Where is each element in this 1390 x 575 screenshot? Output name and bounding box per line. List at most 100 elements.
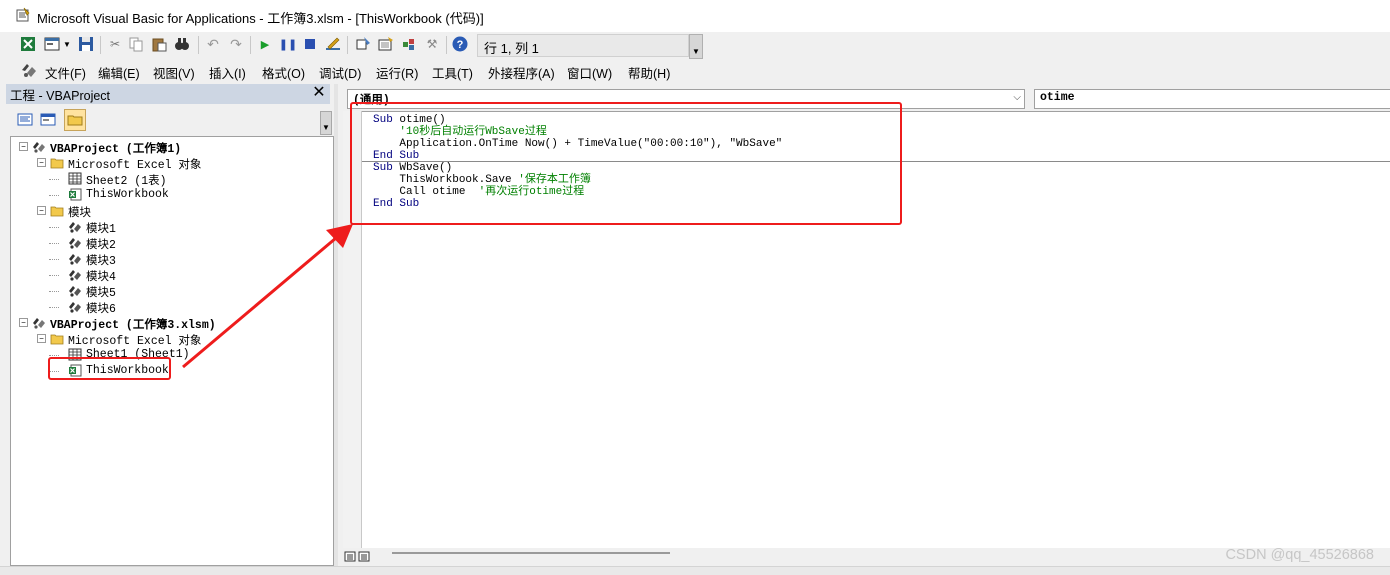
- close-icon[interactable]: ✕: [311, 85, 327, 101]
- design-mode-icon[interactable]: [325, 36, 341, 52]
- menu-file[interactable]: 文件(F): [45, 63, 86, 82]
- project-panel-scroll[interactable]: ▼: [320, 111, 332, 135]
- module-icon: [69, 254, 81, 265]
- toolbox-icon[interactable]: ⚒: [424, 36, 440, 52]
- tree-item-label[interactable]: 模块4: [86, 268, 116, 284]
- procedure-combo[interactable]: otime: [1034, 89, 1390, 109]
- menu-help[interactable]: 帮助(H): [628, 63, 670, 82]
- tree-guide-line: [49, 243, 59, 244]
- tree-guide-line: [49, 227, 59, 228]
- tree-item-label[interactable]: Sheet2 (1表): [86, 172, 167, 188]
- thisworkbook-highlight-box: [48, 357, 171, 380]
- vbaproject-icon: [33, 318, 45, 329]
- view-code-icon: [17, 113, 33, 126]
- menu-addins[interactable]: 外接程序(A): [488, 63, 555, 82]
- watermark: CSDN @qq_45526868: [1225, 547, 1374, 563]
- folder-icon: [50, 334, 64, 345]
- vba-app-icon: [16, 7, 30, 22]
- code-highlight-box: [350, 102, 902, 225]
- tree-item-label[interactable]: 模块1: [86, 220, 116, 236]
- tree-guide-line: [49, 179, 59, 180]
- reset-icon[interactable]: [302, 36, 318, 52]
- toolbar-separator: [198, 36, 199, 54]
- menu-bar: 文件(F) 编辑(E) 视图(V) 插入(I) 格式(O) 调试(D) 运行(R…: [0, 58, 1390, 84]
- tree-item-label[interactable]: Microsoft Excel 对象: [68, 332, 201, 348]
- workbook-icon: [69, 188, 82, 201]
- module-icon: [69, 302, 81, 313]
- find-icon[interactable]: [174, 36, 190, 52]
- tree-item-label[interactable]: 模块3: [86, 252, 116, 268]
- tree-expander[interactable]: −: [37, 158, 46, 167]
- menu-run[interactable]: 运行(R): [376, 63, 418, 82]
- menu-format[interactable]: 格式(O): [262, 63, 305, 82]
- folder-icon: [67, 115, 83, 126]
- menu-edit[interactable]: 编辑(E): [98, 63, 140, 82]
- view-code-button[interactable]: [14, 109, 36, 131]
- project-tree[interactable]: − VBAProject (工作簿1) − Microsoft Excel 对象 She…: [10, 136, 334, 566]
- module-icon: [69, 222, 81, 233]
- tree-guide-line: [49, 195, 59, 196]
- menu-window[interactable]: 窗口(W): [567, 63, 612, 82]
- vba-menu-icon[interactable]: [20, 61, 38, 79]
- tree-guide-line: [49, 275, 59, 276]
- run-icon[interactable]: ▶: [257, 36, 273, 52]
- paste-icon[interactable]: [151, 36, 167, 52]
- tree-item-label[interactable]: 模块6: [86, 300, 116, 316]
- tree-guide-line: [49, 307, 59, 308]
- window-title: Microsoft Visual Basic for Applications …: [37, 11, 484, 26]
- chevron-down-icon[interactable]: ▼: [62, 36, 72, 52]
- properties-icon[interactable]: [378, 36, 394, 52]
- tree-guide-line: [49, 355, 59, 356]
- tree-item-label[interactable]: Microsoft Excel 对象: [68, 156, 201, 172]
- tree-item-label[interactable]: VBAProject (工作簿3.xlsm): [50, 316, 216, 332]
- view-object-icon: [40, 113, 56, 126]
- tree-expander[interactable]: −: [37, 334, 46, 343]
- svg-text:?: ?: [457, 39, 464, 51]
- insert-userform-icon[interactable]: [44, 36, 60, 52]
- title-bar: Microsoft Visual Basic for Applications …: [0, 0, 1390, 32]
- tree-expander[interactable]: −: [19, 318, 28, 327]
- cut-icon[interactable]: ✂: [107, 36, 123, 52]
- toolbar-options-dropdown[interactable]: ▼: [689, 34, 703, 59]
- object-browser-icon[interactable]: [401, 36, 417, 52]
- toolbar-separator: [100, 36, 101, 54]
- cursor-position-box: 行 1, 列 1: [477, 34, 689, 57]
- toolbar-separator: [347, 36, 348, 54]
- tree-item-label[interactable]: ThisWorkbook: [86, 188, 169, 201]
- chevron-down-icon: ⌵: [1013, 92, 1021, 103]
- tree-expander[interactable]: −: [37, 206, 46, 215]
- tree-item-label[interactable]: 模块5: [86, 284, 116, 300]
- copy-icon[interactable]: [128, 36, 144, 52]
- standard-toolbar: ▼ ✂ ↶ ↷ ▶ ❚❚ ⚒ ? 行 1, 列 1 ▼: [0, 32, 1390, 59]
- tree-guide-line: [49, 259, 59, 260]
- tree-expander[interactable]: −: [19, 142, 28, 151]
- project-explorer-icon[interactable]: [355, 36, 371, 52]
- scrollbar-thumb[interactable]: [392, 552, 670, 554]
- menu-insert[interactable]: 插入(I): [209, 63, 246, 82]
- view-object-button[interactable]: [37, 109, 59, 131]
- module-icon: [69, 238, 81, 249]
- panel-splitter[interactable]: [334, 84, 338, 574]
- excel-view-icon[interactable]: [20, 36, 36, 52]
- menu-view[interactable]: 视图(V): [153, 63, 195, 82]
- tree-item-label[interactable]: VBAProject (工作簿1): [50, 140, 181, 156]
- toggle-folders-button[interactable]: [64, 109, 86, 131]
- help-icon[interactable]: ?: [452, 36, 468, 52]
- sheet-icon: [68, 172, 82, 185]
- menu-tools[interactable]: 工具(T): [432, 63, 473, 82]
- folder-icon: [50, 158, 64, 169]
- view-mode-icon[interactable]: [343, 550, 373, 564]
- procedure-combo-value: otime: [1040, 91, 1075, 104]
- undo-icon[interactable]: ↶: [205, 36, 221, 52]
- toolbar-separator: [250, 36, 251, 54]
- tree-item-label[interactable]: 模块2: [86, 236, 116, 252]
- vbaproject-icon: [33, 142, 45, 153]
- save-icon[interactable]: [78, 36, 94, 52]
- menu-debug[interactable]: 调试(D): [319, 63, 361, 82]
- project-panel-title: 工程 - VBAProject: [10, 89, 111, 103]
- module-icon: [69, 270, 81, 281]
- project-panel-header: 工程 - VBAProject: [6, 84, 330, 104]
- break-icon[interactable]: ❚❚: [279, 36, 297, 52]
- redo-icon[interactable]: ↷: [228, 36, 244, 52]
- tree-item-label[interactable]: 模块: [68, 204, 91, 220]
